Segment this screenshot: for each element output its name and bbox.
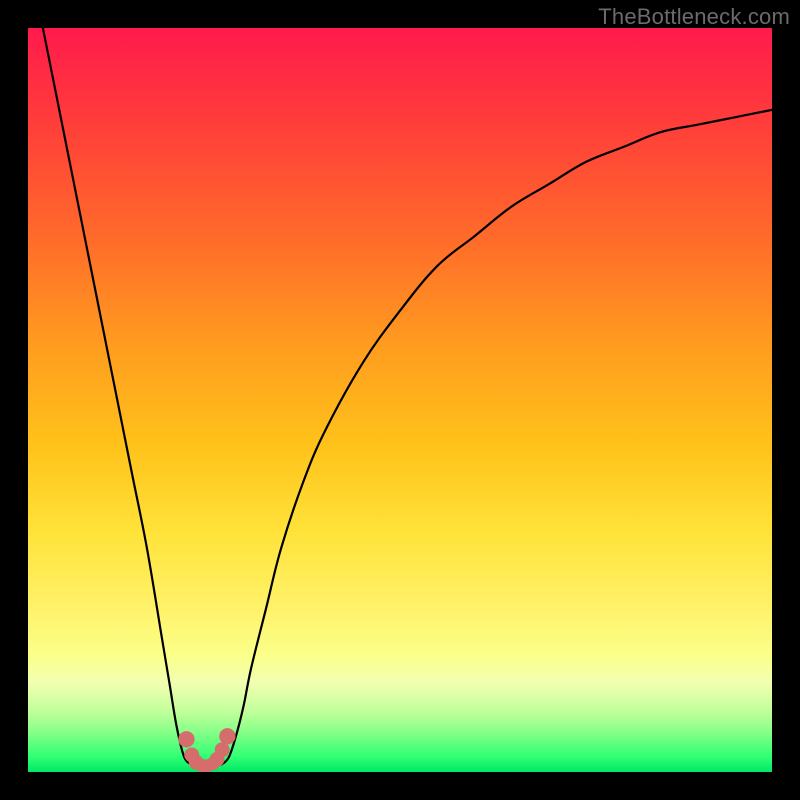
- curve-left-branch: [43, 28, 192, 765]
- marker-dot: [219, 728, 235, 744]
- marker-cluster: [178, 728, 235, 772]
- chart-svg: [28, 28, 772, 772]
- curve-right-branch: [221, 110, 772, 765]
- chart-frame: [28, 28, 772, 772]
- bottleneck-curve: [43, 28, 772, 765]
- watermark-text: TheBottleneck.com: [598, 4, 790, 30]
- marker-dot: [215, 742, 230, 757]
- marker-dot: [178, 731, 194, 747]
